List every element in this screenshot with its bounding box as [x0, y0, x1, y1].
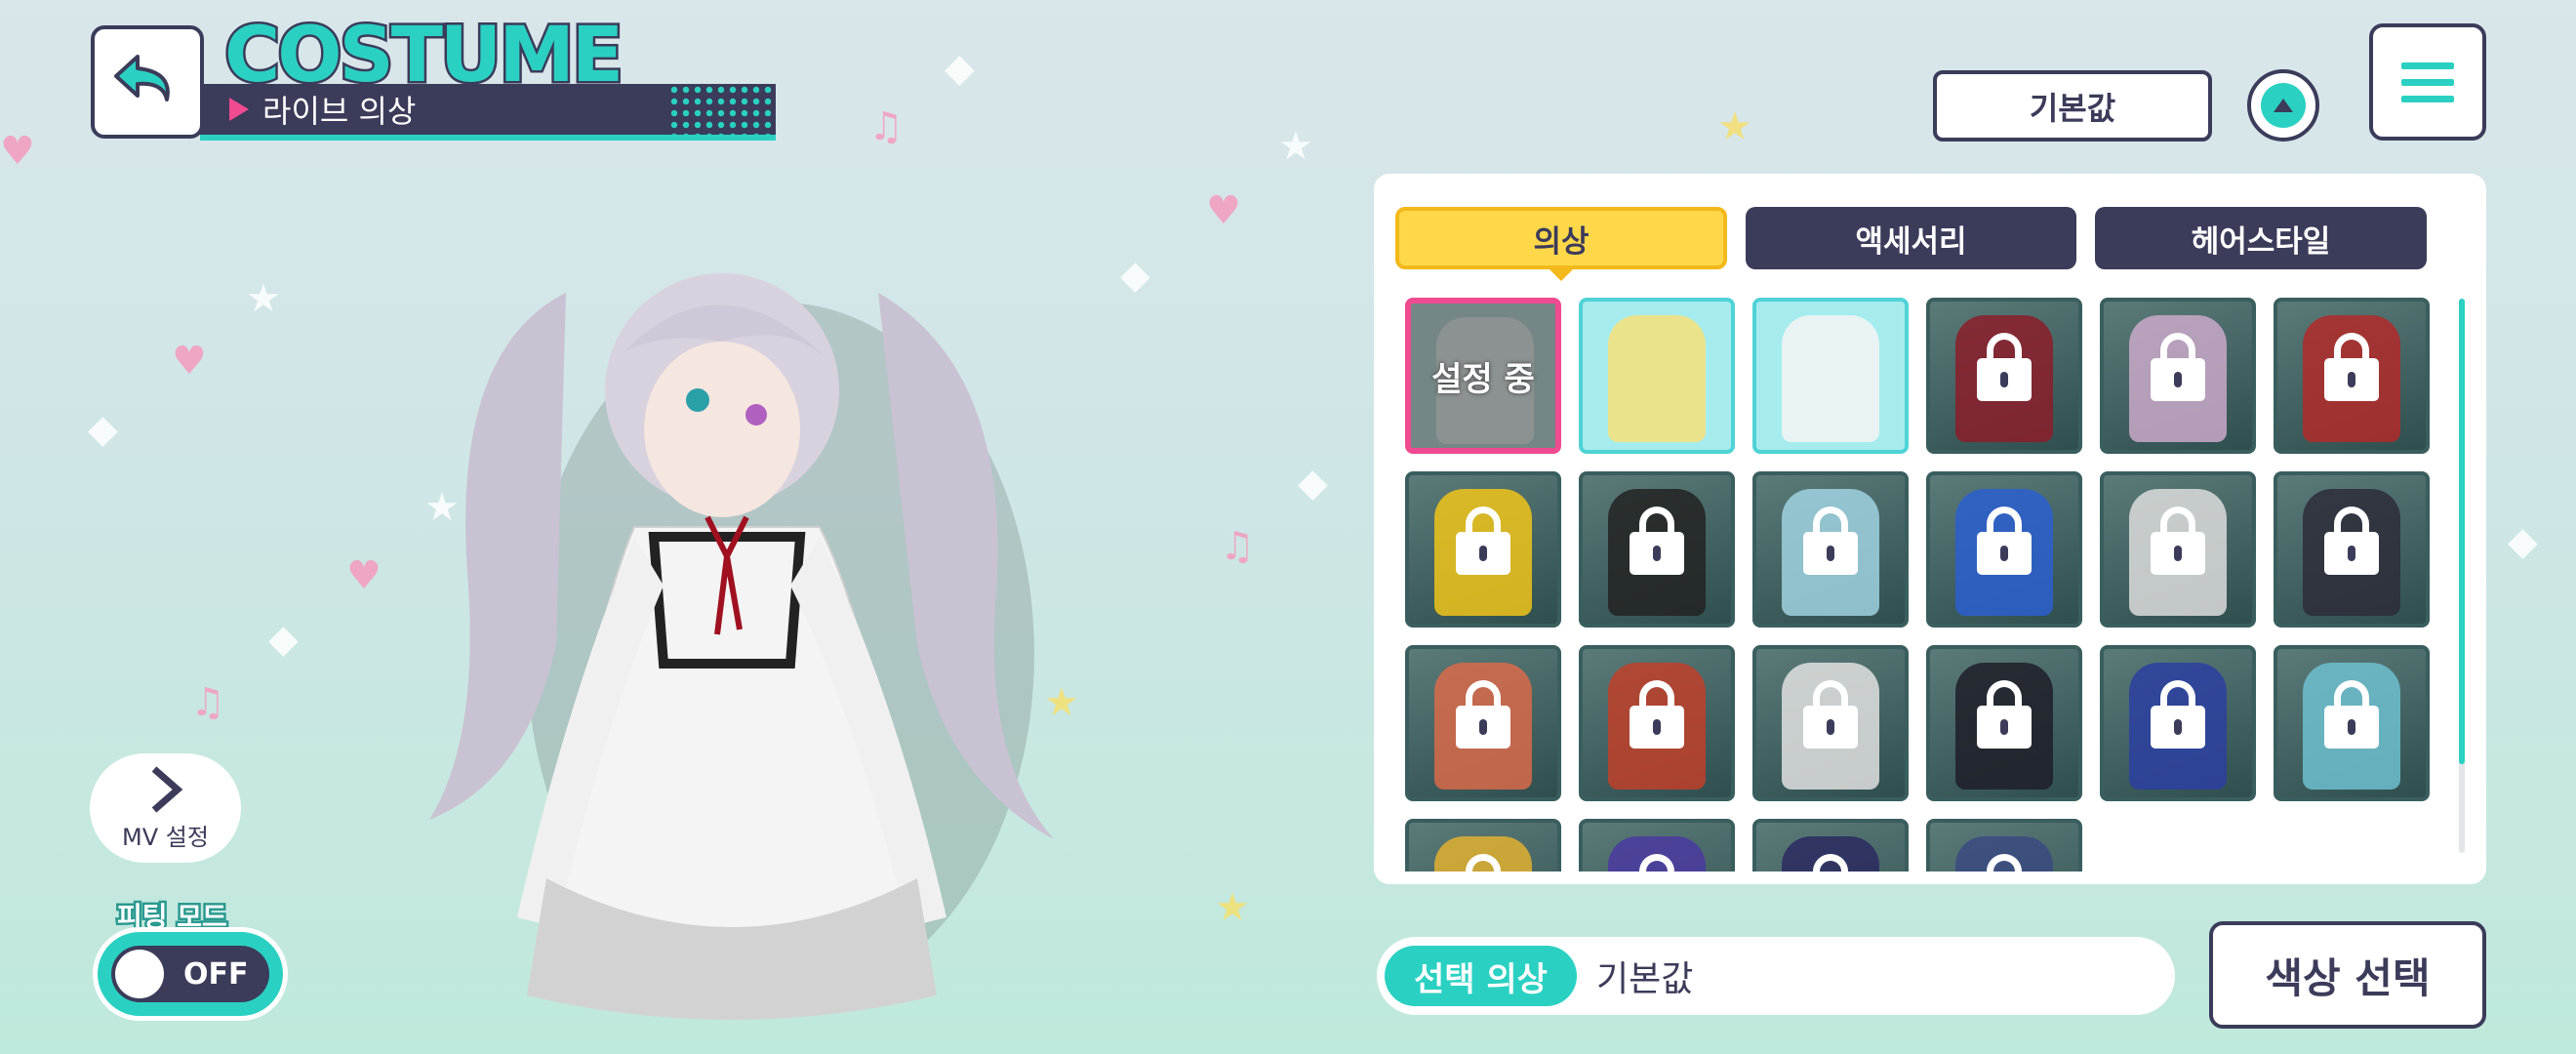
- star-icon: ★: [246, 276, 281, 321]
- costume-item[interactable]: [1752, 298, 1909, 454]
- character-model[interactable]: [371, 234, 1112, 1054]
- tab-hairstyle-label: 헤어스타일: [2191, 223, 2331, 260]
- toggle-knob: [115, 950, 164, 998]
- costume-item[interactable]: [1926, 645, 2082, 801]
- selected-costume-label: 선택 의상: [1385, 946, 1577, 1006]
- default-button[interactable]: 기본값: [1933, 70, 2212, 142]
- costume-item[interactable]: [1752, 471, 1909, 628]
- costume-thumbnail: [1782, 315, 1879, 442]
- tab-costume[interactable]: 의상: [1395, 207, 1727, 281]
- costume-item[interactable]: [1926, 819, 2082, 872]
- music-note-icon: ♫: [190, 680, 225, 725]
- menu-button[interactable]: [2369, 23, 2486, 141]
- lock-icon: [1977, 333, 2032, 413]
- music-note-icon: ♫: [1220, 524, 1255, 569]
- diamond-icon: ◆: [268, 617, 299, 662]
- tab-pointer: [1548, 267, 1575, 281]
- lock-icon: [1630, 680, 1684, 760]
- music-note-icon: ♫: [868, 104, 904, 149]
- costume-item[interactable]: [1579, 819, 1735, 872]
- lock-icon: [2151, 507, 2205, 587]
- chevron-right-icon: [151, 765, 182, 813]
- star-icon: ★: [1278, 124, 1313, 169]
- diamond-icon: ◆: [2508, 519, 2538, 564]
- heart-icon: ♥: [172, 339, 207, 384]
- heart-icon: ♥: [1206, 188, 1241, 233]
- tab-costume-label: 의상: [1533, 223, 1590, 260]
- costume-grid[interactable]: 설정 중: [1405, 298, 2439, 872]
- costume-item[interactable]: [1405, 645, 1561, 801]
- header: COSTUME: [221, 12, 625, 100]
- diamond-icon: ◆: [1298, 461, 1328, 506]
- hamburger-icon: [2401, 61, 2454, 69]
- lock-icon: [1977, 680, 2032, 760]
- equipped-label: 설정 중: [1411, 304, 1555, 448]
- lock-icon: [2324, 333, 2379, 413]
- fitting-mode-toggle[interactable]: OFF: [93, 927, 288, 1021]
- lock-icon: [1456, 507, 1510, 587]
- dot-pattern: [668, 84, 776, 135]
- tab-accessory-label: 액세서리: [1855, 223, 1967, 260]
- diamond-icon: ◆: [88, 407, 118, 452]
- lock-icon: [2151, 333, 2205, 413]
- tab-hairstyle[interactable]: 헤어스타일: [2095, 207, 2427, 269]
- scrollbar-thumb[interactable]: [2459, 299, 2465, 765]
- costume-item[interactable]: [2100, 471, 2256, 628]
- costume-item[interactable]: 설정 중: [1405, 298, 1561, 454]
- hamburger-line: [2401, 95, 2454, 102]
- lock-icon: [2151, 680, 2205, 760]
- tab-accessory[interactable]: 액세서리: [1746, 207, 2076, 269]
- costume-item[interactable]: [2100, 298, 2256, 454]
- heart-icon: ♥: [0, 129, 35, 174]
- lock-icon: [2324, 680, 2379, 760]
- lock-icon: [1977, 507, 2032, 587]
- costume-item[interactable]: [1926, 298, 2082, 454]
- costume-item[interactable]: [1405, 471, 1561, 628]
- selected-costume-bar: 선택 의상 기본값: [1377, 937, 2175, 1015]
- costume-thumbnail: [1608, 315, 1706, 442]
- play-triangle-icon: [229, 98, 249, 121]
- costume-item[interactable]: [2274, 298, 2430, 454]
- page-subtitle: 라이브 의상: [262, 93, 417, 130]
- selected-costume-value: 기본값: [1595, 959, 1694, 999]
- costume-item[interactable]: [1926, 471, 2082, 628]
- star-wreath-icon: ★: [1215, 885, 1250, 930]
- diamond-icon: ◆: [945, 46, 975, 91]
- costume-item[interactable]: [1752, 819, 1909, 872]
- scrollbar[interactable]: [2459, 299, 2465, 853]
- page-title: COSTUME: [221, 12, 625, 100]
- lock-icon: [1803, 680, 1858, 760]
- collapse-button[interactable]: [2247, 69, 2319, 142]
- costume-item[interactable]: [2274, 645, 2430, 801]
- toggle-state-label: OFF: [183, 956, 249, 992]
- subtitle-bar: 라이브 의상: [200, 84, 776, 141]
- back-arrow-icon: [114, 55, 170, 101]
- back-button[interactable]: [91, 25, 204, 139]
- lock-icon: [1630, 507, 1684, 587]
- lock-icon: [1456, 680, 1510, 760]
- costume-item[interactable]: [2274, 471, 2430, 628]
- star-wreath-icon: ★: [1717, 104, 1752, 149]
- toggle-track: OFF: [111, 946, 269, 1002]
- costume-item[interactable]: [1579, 645, 1735, 801]
- costume-item[interactable]: [1752, 645, 1909, 801]
- costume-item[interactable]: [1579, 471, 1735, 628]
- lock-icon: [2324, 507, 2379, 587]
- hamburger-line: [2401, 78, 2454, 86]
- color-select-button[interactable]: 색상 선택: [2209, 921, 2486, 1029]
- triangle-up-icon: [2261, 83, 2306, 128]
- mv-settings-label: MV 설정: [122, 823, 209, 851]
- costume-item[interactable]: [1579, 298, 1735, 454]
- mv-settings-button[interactable]: MV 설정: [90, 753, 241, 863]
- diamond-icon: ◆: [1120, 253, 1150, 298]
- lock-icon: [1803, 507, 1858, 587]
- costume-item[interactable]: [2100, 645, 2256, 801]
- costume-item[interactable]: [1405, 819, 1561, 872]
